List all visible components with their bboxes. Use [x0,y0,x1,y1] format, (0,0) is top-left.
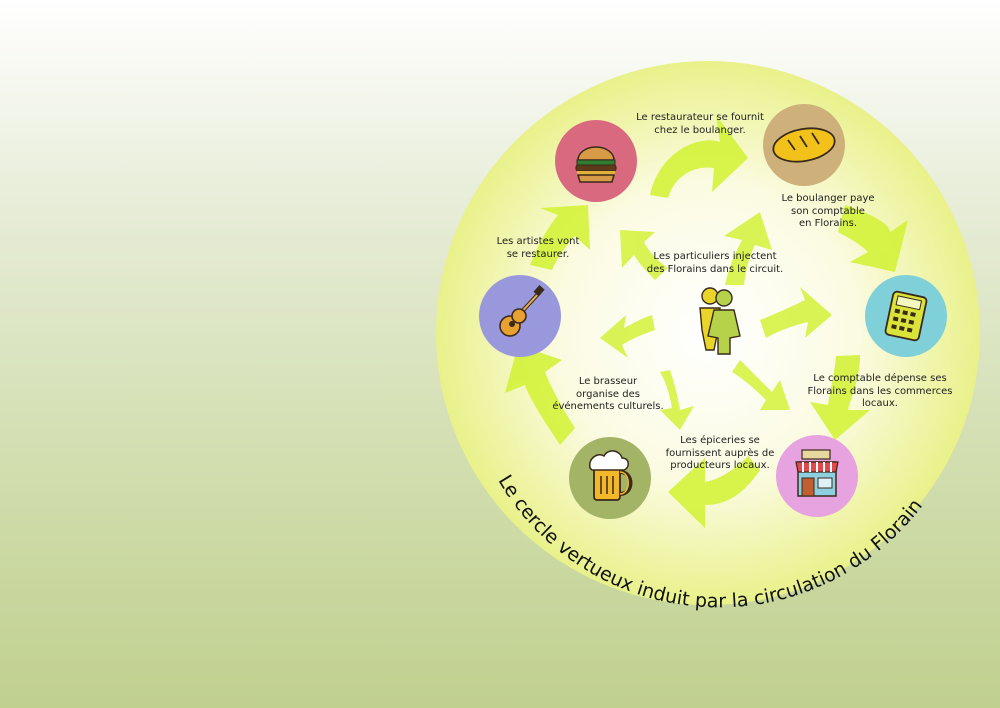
label-epicerie: Les épiceries se fournissent auprès de p… [665,435,775,471]
label-artistes: Les artistes vont se restaurer. [496,236,580,260]
label-comptable: Le comptable dépense ses Florains dans l… [807,373,953,409]
label-center: Les particuliers injectent des Florains … [646,251,784,275]
node-epicerie [776,435,858,517]
label-brasseur: Le brasseur organise des événements cult… [552,376,664,412]
label-boulanger: Le boulanger paye son comptable en Flora… [781,193,875,229]
node-artistes [479,275,561,357]
node-comptable [865,275,947,357]
node-brasseur [569,437,651,519]
florain-circle-diagram: Le cercle vertueux induit par la circula… [436,61,980,612]
burger-icon [575,146,617,183]
label-restaurateur: Le restaurateur se fournit chez le boula… [636,112,764,136]
